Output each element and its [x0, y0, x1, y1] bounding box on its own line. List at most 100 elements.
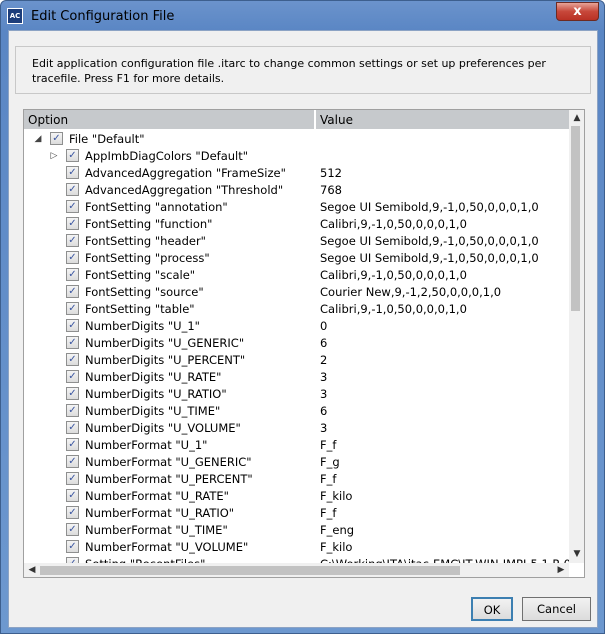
checkbox[interactable]: ✓ [66, 251, 79, 264]
checkbox[interactable]: ✓ [66, 268, 79, 281]
checkbox[interactable]: ✓ [66, 438, 79, 451]
tree-row[interactable]: ✓ NumberFormat "U_TIME" F_eng [24, 521, 569, 538]
checkbox[interactable]: ✓ [66, 421, 79, 434]
value-cell[interactable]: Segoe UI Semibold,9,-1,0,50,0,0,0,1,0 [316, 251, 569, 265]
value-cell[interactable]: Calibri,9,-1,0,50,0,0,0,1,0 [316, 268, 569, 282]
checkbox[interactable]: ✓ [66, 234, 79, 247]
option-label: NumberDigits "U_RATE" [85, 369, 222, 384]
option-cell: ✓ NumberDigits "U_TIME" [24, 404, 316, 418]
tree-row[interactable]: ✓ AdvancedAggregation "FrameSize" 512 [24, 164, 569, 181]
expand-toggle-icon[interactable]: ◢ [32, 134, 44, 144]
tree-row[interactable]: ✓ NumberFormat "U_VOLUME" F_kilo [24, 538, 569, 555]
vertical-scroll-thumb[interactable] [571, 126, 580, 311]
tree-row[interactable]: ✓ NumberDigits "U_VOLUME" 3 [24, 419, 569, 436]
option-cell: ✓ NumberFormat "U_VOLUME" [24, 540, 316, 554]
tree-row[interactable]: ✓ NumberDigits "U_TIME" 6 [24, 402, 569, 419]
value-cell[interactable]: F_kilo [316, 540, 569, 554]
checkbox[interactable]: ✓ [50, 132, 63, 145]
checkbox[interactable]: ✓ [66, 540, 79, 553]
checkbox[interactable]: ✓ [66, 336, 79, 349]
checkbox[interactable]: ✓ [66, 302, 79, 315]
tree-header: Option Value [24, 110, 569, 129]
value-cell[interactable]: 3 [316, 421, 569, 435]
value-cell[interactable]: 2 [316, 353, 569, 367]
checkbox[interactable]: ✓ [66, 166, 79, 179]
option-label: NumberDigits "U_RATIO" [85, 386, 227, 401]
config-tree[interactable]: Option Value ◢ ✓ File "Default" ▷ ✓ AppI… [23, 109, 585, 578]
close-button[interactable]: x [556, 2, 599, 21]
checkbox[interactable]: ✓ [66, 200, 79, 213]
value-cell[interactable]: F_kilo [316, 489, 569, 503]
tree-row[interactable]: ✓ NumberFormat "U_GENERIC" F_g [24, 453, 569, 470]
scroll-right-icon[interactable]: ▶ [553, 563, 569, 577]
tree-row[interactable]: ✓ FontSetting "function" Calibri,9,-1,0,… [24, 215, 569, 232]
tree-row[interactable]: ✓ FontSetting "source" Courier New,9,-1,… [24, 283, 569, 300]
checkbox[interactable]: ✓ [66, 489, 79, 502]
tree-row[interactable]: ✓ Setting "RecentFiles" C:\Working\ITA\i… [24, 555, 569, 563]
checkbox[interactable]: ✓ [66, 217, 79, 230]
vertical-scrollbar[interactable]: ▲ ▼ [569, 110, 584, 563]
value-cell[interactable]: Courier New,9,-1,2,50,0,0,0,1,0 [316, 285, 569, 299]
value-cell[interactable]: 6 [316, 404, 569, 418]
value-cell[interactable]: Calibri,9,-1,0,50,0,0,0,1,0 [316, 302, 569, 316]
option-label: NumberFormat "U_1" [85, 437, 208, 452]
checkbox[interactable]: ✓ [66, 353, 79, 366]
tree-row[interactable]: ◢ ✓ File "Default" [24, 130, 569, 147]
value-cell[interactable]: F_f [316, 506, 569, 520]
scroll-up-icon[interactable]: ▲ [569, 110, 584, 126]
checkbox[interactable]: ✓ [66, 455, 79, 468]
value-cell[interactable]: F_f [316, 472, 569, 486]
value-cell[interactable]: F_eng [316, 523, 569, 537]
checkbox[interactable]: ✓ [66, 319, 79, 332]
tree-row[interactable]: ✓ NumberFormat "U_1" F_f [24, 436, 569, 453]
option-label: FontSetting "function" [85, 216, 213, 231]
tree-row[interactable]: ✓ NumberFormat "U_PERCENT" F_f [24, 470, 569, 487]
value-cell[interactable]: Calibri,9,-1,0,50,0,0,0,1,0 [316, 217, 569, 231]
horizontal-scrollbar[interactable]: ◀ ▶ [24, 563, 569, 577]
tree-row[interactable]: ✓ NumberDigits "U_PERCENT" 2 [24, 351, 569, 368]
tree-row[interactable]: ▷ ✓ AppImbDiagColors "Default" [24, 147, 569, 164]
scroll-down-icon[interactable]: ▼ [569, 546, 584, 562]
checkbox[interactable]: ✓ [66, 523, 79, 536]
horizontal-scroll-thumb[interactable] [40, 566, 460, 575]
tree-row[interactable]: ✓ FontSetting "header" Segoe UI Semibold… [24, 232, 569, 249]
column-header-value[interactable]: Value [316, 110, 569, 129]
value-cell[interactable]: 3 [316, 387, 569, 401]
value-cell[interactable]: Segoe UI Semibold,9,-1,0,50,0,0,0,1,0 [316, 200, 569, 214]
checkbox[interactable]: ✓ [66, 472, 79, 485]
tree-row[interactable]: ✓ NumberDigits "U_1" 0 [24, 317, 569, 334]
option-cell: ✓ NumberDigits "U_VOLUME" [24, 421, 316, 435]
tree-row[interactable]: ✓ AdvancedAggregation "Threshold" 768 [24, 181, 569, 198]
value-cell[interactable]: 768 [316, 183, 569, 197]
checkbox[interactable]: ✓ [66, 370, 79, 383]
tree-row[interactable]: ✓ NumberDigits "U_RATE" 3 [24, 368, 569, 385]
checkbox[interactable]: ✓ [66, 285, 79, 298]
tree-row[interactable]: ✓ NumberFormat "U_RATE" F_kilo [24, 487, 569, 504]
checkbox[interactable]: ✓ [66, 183, 79, 196]
value-cell[interactable]: 512 [316, 166, 569, 180]
tree-row[interactable]: ✓ FontSetting "scale" Calibri,9,-1,0,50,… [24, 266, 569, 283]
tree-row[interactable]: ✓ NumberFormat "U_RATIO" F_f [24, 504, 569, 521]
value-cell[interactable]: F_g [316, 455, 569, 469]
checkbox[interactable]: ✓ [66, 404, 79, 417]
column-header-option[interactable]: Option [24, 110, 316, 129]
checkbox[interactable]: ✓ [66, 387, 79, 400]
ok-button[interactable]: OK [471, 597, 513, 621]
tree-row[interactable]: ✓ NumberDigits "U_GENERIC" 6 [24, 334, 569, 351]
tree-row[interactable]: ✓ FontSetting "process" Segoe UI Semibol… [24, 249, 569, 266]
tree-row[interactable]: ✓ FontSetting "annotation" Segoe UI Semi… [24, 198, 569, 215]
value-cell[interactable]: 3 [316, 370, 569, 384]
checkbox[interactable]: ✓ [66, 149, 79, 162]
scroll-left-icon[interactable]: ◀ [24, 563, 40, 577]
value-cell[interactable]: Segoe UI Semibold,9,-1,0,50,0,0,0,1,0 [316, 234, 569, 248]
option-cell: ✓ NumberFormat "U_RATIO" [24, 506, 316, 520]
tree-row[interactable]: ✓ NumberDigits "U_RATIO" 3 [24, 385, 569, 402]
checkbox[interactable]: ✓ [66, 506, 79, 519]
option-cell: ✓ FontSetting "source" [24, 285, 316, 299]
value-cell[interactable]: 0 [316, 319, 569, 333]
expand-toggle-icon[interactable]: ▷ [48, 151, 60, 161]
cancel-button[interactable]: Cancel [522, 597, 591, 621]
value-cell[interactable]: 6 [316, 336, 569, 350]
tree-row[interactable]: ✓ FontSetting "table" Calibri,9,-1,0,50,… [24, 300, 569, 317]
value-cell[interactable]: F_f [316, 438, 569, 452]
